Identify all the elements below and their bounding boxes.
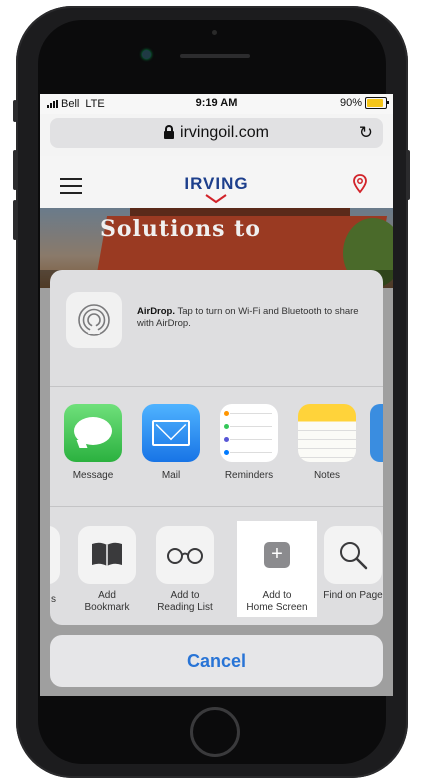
partial-action-icon bbox=[50, 526, 60, 584]
reading-glasses-icon bbox=[156, 526, 214, 584]
hero-heading: Solutions to bbox=[100, 216, 261, 242]
mute-switch bbox=[13, 100, 17, 122]
app-label: Mail bbox=[161, 470, 181, 481]
message-icon bbox=[64, 404, 122, 462]
front-camera bbox=[142, 50, 151, 59]
lock-icon bbox=[164, 125, 175, 139]
location-pin-icon[interactable] bbox=[353, 174, 367, 194]
bookmark-icon bbox=[78, 526, 136, 584]
app-label: Message bbox=[72, 470, 114, 481]
share-app-partial[interactable] bbox=[370, 404, 383, 462]
volume-down-button bbox=[13, 200, 17, 240]
share-sheet: AirDrop. Tap to turn on Wi-Fi and Blueto… bbox=[50, 270, 383, 625]
airdrop-description: AirDrop. Tap to turn on Wi-Fi and Blueto… bbox=[137, 306, 373, 330]
earpiece-speaker bbox=[180, 54, 250, 58]
proximity-sensor bbox=[212, 30, 217, 35]
site-logo[interactable]: IRVING bbox=[40, 174, 393, 194]
power-button bbox=[406, 150, 410, 200]
share-app-mail[interactable]: Mail bbox=[136, 404, 206, 481]
notes-icon bbox=[298, 404, 356, 462]
action-label: Add to Reading List bbox=[157, 590, 213, 613]
action-label: Add to Home Screen bbox=[246, 590, 308, 613]
action-label: Add Bookmark bbox=[84, 590, 130, 613]
site-header: IRVING bbox=[40, 156, 393, 208]
divider bbox=[50, 386, 383, 387]
home-button[interactable] bbox=[190, 707, 240, 757]
battery-icon bbox=[365, 97, 389, 109]
action-add-to-home-screen[interactable]: + Add to Home Screen bbox=[242, 526, 312, 614]
action-label: Find on Page bbox=[323, 590, 383, 601]
action-add-bookmark[interactable]: Add Bookmark bbox=[72, 526, 142, 614]
action-partial[interactable]: s bbox=[50, 526, 60, 605]
status-bar: Bell LTE 9:19 AM 90% bbox=[40, 94, 393, 114]
reload-icon[interactable]: ↻ bbox=[359, 123, 373, 143]
airdrop-title: AirDrop. bbox=[137, 306, 175, 317]
battery-percent: 90% bbox=[339, 97, 362, 109]
search-icon bbox=[324, 526, 382, 584]
mail-icon bbox=[142, 404, 200, 462]
divider bbox=[50, 506, 383, 507]
action-find-on-page[interactable]: Find on Page bbox=[318, 526, 383, 601]
share-app-reminders[interactable]: Reminders bbox=[214, 404, 284, 481]
volume-up-button bbox=[13, 150, 17, 190]
airdrop-icon[interactable] bbox=[66, 292, 122, 348]
cancel-button[interactable]: Cancel bbox=[50, 635, 383, 687]
share-app-message[interactable]: Message bbox=[58, 404, 128, 481]
url-bar[interactable]: irvingoil.com ↻ bbox=[50, 118, 383, 148]
app-label: Reminders bbox=[224, 470, 274, 481]
reminders-icon bbox=[220, 404, 278, 462]
screen: Bell LTE 9:19 AM 90% irvingoil.com ↻ IRV… bbox=[40, 94, 393, 696]
url-text: irvingoil.com bbox=[180, 124, 269, 141]
add-icon: + bbox=[248, 526, 306, 584]
logo-chevron-icon bbox=[205, 194, 227, 204]
partial-app-icon bbox=[370, 404, 383, 462]
app-label: Notes bbox=[313, 470, 341, 481]
action-label: s bbox=[51, 594, 56, 605]
share-app-notes[interactable]: Notes bbox=[292, 404, 362, 481]
action-add-reading-list[interactable]: Add to Reading List bbox=[150, 526, 220, 614]
airdrop-section[interactable]: AirDrop. Tap to turn on Wi-Fi and Blueto… bbox=[50, 270, 383, 386]
